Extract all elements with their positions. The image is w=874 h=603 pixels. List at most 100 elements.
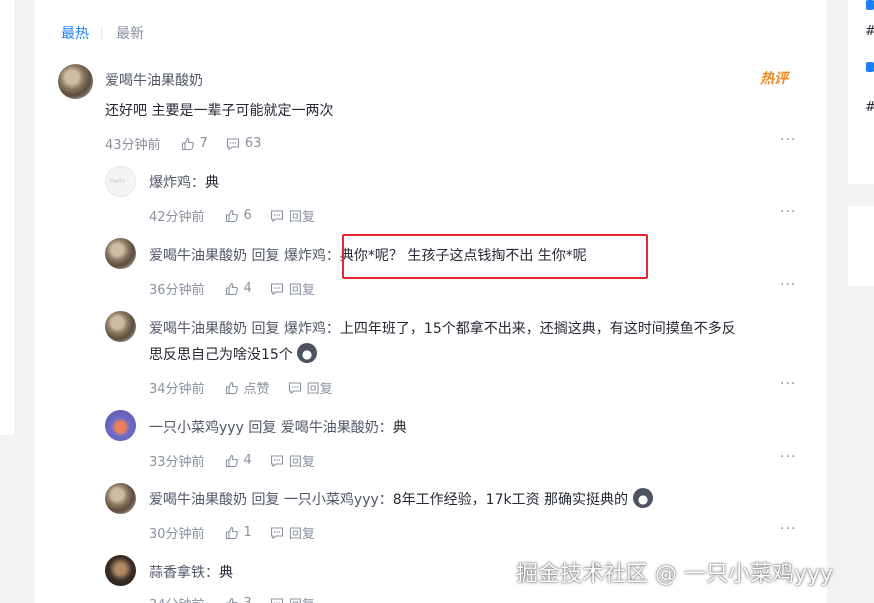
reply-button[interactable]: 回复: [288, 378, 333, 397]
reply-content: 典: [219, 565, 233, 581]
tab-hottest[interactable]: 最热: [61, 23, 89, 43]
like-count: 1: [243, 525, 252, 540]
more-options-icon[interactable]: ···: [780, 521, 796, 537]
comment-content: 还好吧 主要是一辈子可能就定一两次: [105, 103, 334, 119]
like-button[interactable]: 7: [181, 136, 208, 151]
sort-tabs: 最热 最新: [61, 23, 144, 43]
reply-target[interactable]: 爱喝牛油果酸奶: [281, 420, 379, 436]
reply-button[interactable]: 回复: [270, 279, 315, 298]
more-options-icon[interactable]: ···: [780, 204, 796, 220]
comment-icon: [226, 137, 239, 150]
hashtag-label[interactable]: #: [865, 100, 874, 115]
avatar[interactable]: Hello: [105, 166, 136, 197]
reply-author[interactable]: 爱喝牛油果酸奶: [149, 248, 247, 264]
tab-divider: [101, 27, 102, 39]
like-button[interactable]: 6: [225, 208, 252, 223]
reply-author[interactable]: 蒜香拿铁: [149, 565, 205, 581]
like-button[interactable]: 4: [225, 453, 252, 468]
like-count: 6: [243, 208, 252, 223]
comment-icon: [270, 454, 283, 467]
reply-content: 典: [205, 175, 219, 191]
reply-item: 蒜香拿铁：典: [149, 565, 233, 581]
thumbs-up-icon: [225, 209, 238, 222]
reply-time: 34分钟前: [149, 382, 205, 397]
comment-panel: [35, 0, 827, 603]
reply-time: 33分钟前: [149, 455, 205, 470]
reply-author[interactable]: 爱喝牛油果酸奶: [149, 492, 247, 508]
like-count: 4: [243, 281, 252, 296]
reply-meta: 33分钟前 4 回复: [149, 451, 333, 470]
comment-icon: [270, 526, 283, 539]
reply-button[interactable]: 回复: [270, 206, 315, 225]
reply-label: 回复: [288, 283, 315, 298]
thumbs-up-icon: [225, 454, 238, 467]
reply-time: 42分钟前: [149, 210, 205, 225]
avatar[interactable]: [105, 555, 136, 586]
tab-newest[interactable]: 最新: [116, 23, 144, 43]
more-options-icon[interactable]: ···: [780, 132, 796, 148]
like-count: 4: [243, 453, 252, 468]
more-options-icon[interactable]: ···: [780, 376, 796, 392]
like-label: 点赞: [243, 382, 270, 397]
reply-button[interactable]: 回复: [270, 594, 315, 603]
reply-content-continued: 思反思自己为啥没15个: [149, 343, 318, 366]
like-button[interactable]: 3: [225, 596, 252, 603]
avatar[interactable]: [105, 483, 136, 514]
reply-meta: 34分钟前 点赞 回复: [149, 378, 351, 397]
hashtag-label[interactable]: #: [865, 24, 874, 39]
reply-item: 爱喝牛油果酸奶 回复 一只小菜鸡yyy：8年工作经验，17k工资 那确实挺典的: [149, 488, 653, 511]
watermark: 掘金技术社区 @ 一只小菜鸡yyy: [516, 562, 834, 587]
reply-label: 回复: [288, 210, 315, 225]
like-count: 3: [244, 596, 252, 603]
reply-button[interactable]: 63: [226, 136, 262, 151]
reply-meta: 42分钟前 6 回复: [149, 206, 333, 225]
thumbs-up-icon: [181, 137, 194, 150]
tag-chip-icon: [866, 62, 874, 72]
reply-time: 34分钟前: [149, 594, 205, 603]
reply-count: 63: [244, 136, 262, 151]
reply-item: 爱喝牛油果酸奶 回复 爆炸鸡：上四年班了，15个都拿不出来，还搁这典，有这时间摸…: [149, 321, 736, 337]
reply-author[interactable]: 爆炸鸡: [149, 175, 191, 191]
reply-label: 回复: [288, 527, 315, 542]
more-options-icon[interactable]: ···: [780, 449, 796, 465]
thumbs-up-icon: [225, 282, 238, 295]
right-sidebar-card: # #: [848, 0, 874, 184]
reply-item: 一只小菜鸡yyy 回复 爱喝牛油果酸奶：典: [149, 420, 407, 436]
reply-time: 36分钟前: [149, 283, 205, 298]
cat-emoji-icon: [632, 488, 653, 508]
comment-icon: [270, 597, 283, 603]
comment-icon: [270, 282, 283, 295]
reply-label: 回复: [306, 382, 333, 397]
thumbs-up-icon: [225, 381, 238, 394]
cat-emoji-icon: [297, 343, 318, 363]
avatar[interactable]: [58, 64, 93, 99]
comment-icon: [288, 381, 301, 394]
more-options-icon[interactable]: ···: [780, 277, 796, 293]
reply-button[interactable]: 回复: [270, 451, 315, 470]
left-gutter: [0, 0, 14, 435]
reply-content: 上四年班了，15个都拿不出来，还搁这典，有这时间摸鱼不多反: [339, 321, 736, 337]
like-button[interactable]: 4: [225, 281, 252, 296]
avatar[interactable]: [105, 311, 136, 342]
reply-content: 典: [392, 420, 407, 436]
reply-author[interactable]: 一只小菜鸡yyy: [149, 420, 244, 436]
reply-target[interactable]: 爆炸鸡: [284, 248, 326, 264]
right-sidebar-card: [848, 206, 874, 286]
reply-author[interactable]: 爱喝牛油果酸奶: [149, 321, 247, 337]
reply-meta: 30分钟前 1 回复: [149, 523, 333, 542]
comment-icon: [270, 209, 283, 222]
avatar[interactable]: [105, 410, 136, 441]
reply-target[interactable]: 爆炸鸡: [284, 321, 326, 337]
comment-author[interactable]: 爱喝牛油果酸奶: [105, 70, 203, 90]
thumbs-up-icon: [225, 526, 238, 539]
reply-meta: 36分钟前 4 回复: [149, 279, 333, 298]
reply-button[interactable]: 回复: [270, 523, 315, 542]
like-button[interactable]: 点赞: [225, 378, 270, 397]
avatar[interactable]: [105, 238, 136, 269]
reply-label: 回复: [288, 455, 315, 470]
comment-meta: 43分钟前 7 63: [105, 134, 279, 153]
like-count: 7: [199, 136, 208, 151]
thumbs-up-icon: [225, 597, 238, 603]
reply-target[interactable]: 一只小菜鸡yyy: [284, 492, 379, 508]
like-button[interactable]: 1: [225, 525, 252, 540]
